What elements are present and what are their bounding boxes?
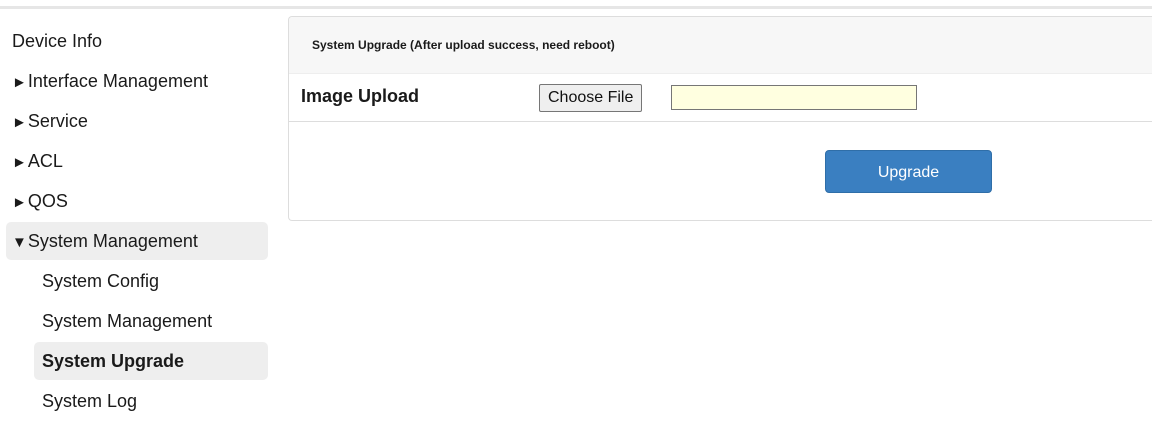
sidebar-subitem-system-management[interactable]: System Management: [6, 302, 268, 340]
sidebar-item-label: QOS: [27, 191, 68, 211]
sidebar-item-interface-management[interactable]: ►Interface Management: [6, 62, 268, 100]
sidebar-item-service[interactable]: ►Service: [6, 102, 268, 140]
triangle-right-icon: ►: [12, 114, 27, 131]
triangle-down-icon: ▼: [12, 234, 27, 251]
sidebar-item-label: Interface Management: [27, 71, 208, 91]
sidebar-item-acl[interactable]: ►ACL: [6, 142, 268, 180]
sidebar-item-device-info[interactable]: Device Info: [6, 22, 268, 60]
choose-file-button[interactable]: Choose File: [539, 84, 643, 112]
upgrade-button[interactable]: Upgrade: [825, 150, 992, 193]
sidebar-item-qos[interactable]: ►QOS: [6, 182, 268, 220]
file-path-field[interactable]: [671, 85, 917, 110]
sidebar-item-label: Device Info: [12, 31, 103, 51]
panel-title: System Upgrade (After upload success, ne…: [289, 17, 1152, 74]
top-divider: [0, 6, 1152, 9]
sidebar-subitem-system-log[interactable]: System Log: [6, 382, 268, 420]
sidebar-nav: Device Info ►Interface Management ►Servi…: [6, 22, 268, 422]
sidebar-subitem-system-upgrade[interactable]: System Upgrade: [34, 342, 268, 380]
sidebar-item-label: Service: [27, 111, 88, 131]
image-upload-label: Image Upload: [301, 86, 420, 106]
image-upload-row: Image Upload Choose File: [289, 74, 1152, 122]
sidebar-subitem-system-config[interactable]: System Config: [6, 262, 268, 300]
sidebar-item-label: ACL: [27, 151, 63, 171]
triangle-right-icon: ►: [12, 154, 27, 171]
sidebar-item-system-management[interactable]: ▼System Management: [6, 222, 268, 260]
triangle-right-icon: ►: [12, 74, 27, 91]
triangle-right-icon: ►: [12, 194, 27, 211]
sidebar-item-label: System Management: [27, 231, 198, 251]
system-upgrade-panel: System Upgrade (After upload success, ne…: [288, 16, 1152, 221]
